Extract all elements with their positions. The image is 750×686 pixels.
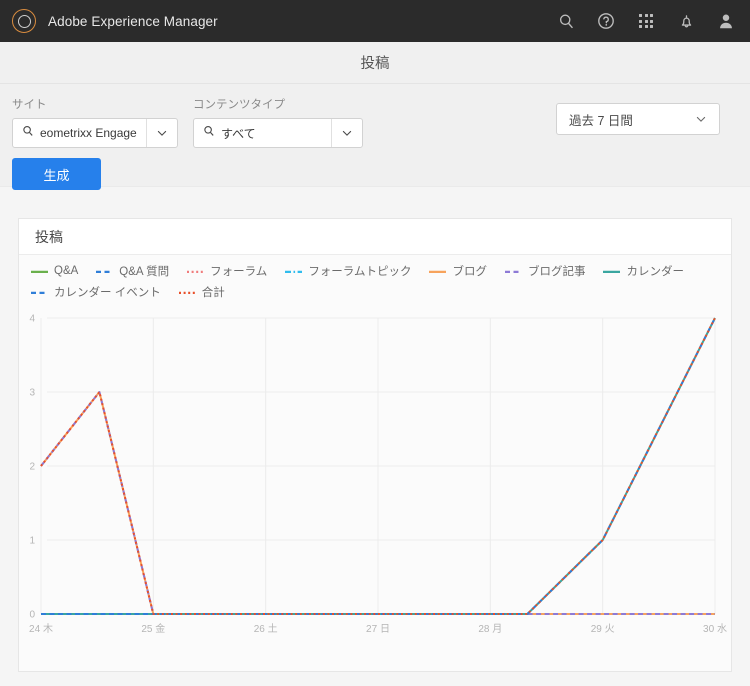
legend-item[interactable]: フォーラム [187,263,267,279]
legend-swatch [178,291,196,294]
legend-swatch [31,291,48,294]
card-header: 投稿 [19,219,731,255]
chevron-down-icon [696,116,706,122]
legend-label: ブログ記事 [527,266,586,278]
x-axis-tick-label: 25 金 [141,622,165,635]
site-field: サイト eometrixx Engage [12,96,178,148]
y-axis-tick-label: 3 [29,388,35,399]
app-title: Adobe Experience Manager [48,13,218,29]
notifications-bell-icon[interactable] [676,11,696,31]
period-combobox[interactable]: 過去 7 日間 [556,103,720,135]
period-field: 過去 7 日間 [556,103,720,135]
legend-item[interactable]: カレンダー [603,263,684,279]
legend-swatch [96,270,114,273]
chart-legend: Q&A Q&A 質問 フォーラム フォーラムトピック ブログ ブログ記事 カレンダーカレンダ… [19,255,731,304]
solutions-grid-icon[interactable] [636,11,656,31]
legend-item[interactable]: 合計 [178,284,225,300]
content-type-field: コンテンツタイプ すべて [193,96,363,148]
posts-chart-card: 投稿 Q&A Q&A 質問 フォーラム フォーラムトピック ブログ ブログ記事 カレンダーカ… [18,218,732,672]
legend-label: カレンダー [626,266,684,278]
x-axis-tick-label: 29 火 [591,623,615,635]
filter-bar: サイト eometrixx Engage コンテンツタイプ すべて 過去 7 日… [0,84,750,190]
legend-swatch [31,270,48,273]
legend-item[interactable]: ブログ [429,263,487,279]
search-icon [203,124,215,142]
legend-label: Q&A [54,265,79,277]
site-dropdown-toggle[interactable] [146,119,177,147]
brand-area: Adobe Experience Manager [12,9,218,33]
y-axis-tick-label: 0 [29,610,35,621]
legend-item[interactable]: カレンダー イベント [31,284,161,300]
card-title: 投稿 [35,228,63,245]
legend-item[interactable]: Q&A 質問 [96,263,169,279]
line-chart-svg: 0 1 2 3 4 24 木 25 金 26 土 27 日 28 月 29 火 30 水 [29,314,727,635]
chevron-down-icon [157,130,167,136]
help-icon[interactable] [596,11,616,31]
legend-swatch [285,270,303,273]
legend-swatch [187,270,205,273]
x-axis-tick-label: 28 月 [478,623,502,635]
x-axis-tick-label: 24 木 [29,623,53,635]
generate-button[interactable]: 生成 [12,158,101,190]
legend-swatch [429,270,447,273]
chart-plot-area: 0 1 2 3 4 24 木 25 金 26 土 27 日 28 月 29 火 30 水 [19,304,733,672]
period-value: 過去 7 日間 [569,113,633,128]
site-combobox[interactable]: eometrixx Engage [12,118,178,148]
user-avatar-icon[interactable] [716,11,736,31]
x-axis-tick-label: 26 土 [254,622,278,635]
legend-item[interactable]: Q&A [31,265,78,277]
legend-label: 合計 [201,287,225,299]
chevron-down-icon [342,130,352,136]
page-title: 投稿 [360,56,390,72]
legend-item[interactable]: フォーラムトピック [285,263,411,279]
legend-swatch [603,270,621,273]
site-value: eometrixx Engage [40,126,137,140]
legend-label: Q&A 質問 [119,266,170,278]
app-header: Adobe Experience Manager [0,0,750,42]
search-icon[interactable] [556,11,576,31]
x-axis-tick-label: 27 日 [366,624,390,635]
content-type-combobox[interactable]: すべて [193,118,363,148]
content-type-dropdown-toggle[interactable] [331,119,362,147]
adobe-experience-manager-logo [12,9,36,33]
legend-label: カレンダー イベント [54,287,161,299]
legend-item[interactable]: ブログ記事 [504,263,586,279]
page-title-bar: 投稿 [0,42,750,84]
search-icon [22,124,34,142]
y-axis-tick-label: 4 [29,314,35,325]
header-actions [556,11,736,31]
content-type-value: すべて [221,126,256,141]
legend-label: フォーラム [210,266,268,278]
y-axis-tick-label: 1 [29,536,35,547]
content-type-field-label: コンテンツタイプ [193,99,285,111]
legend-label: フォーラムトピック [308,266,412,278]
legend-label: ブログ [452,266,487,278]
site-field-label: サイト [12,99,47,111]
y-axis-tick-label: 2 [29,462,35,473]
legend-swatch [504,270,522,273]
x-axis-tick-label: 30 水 [703,623,727,635]
